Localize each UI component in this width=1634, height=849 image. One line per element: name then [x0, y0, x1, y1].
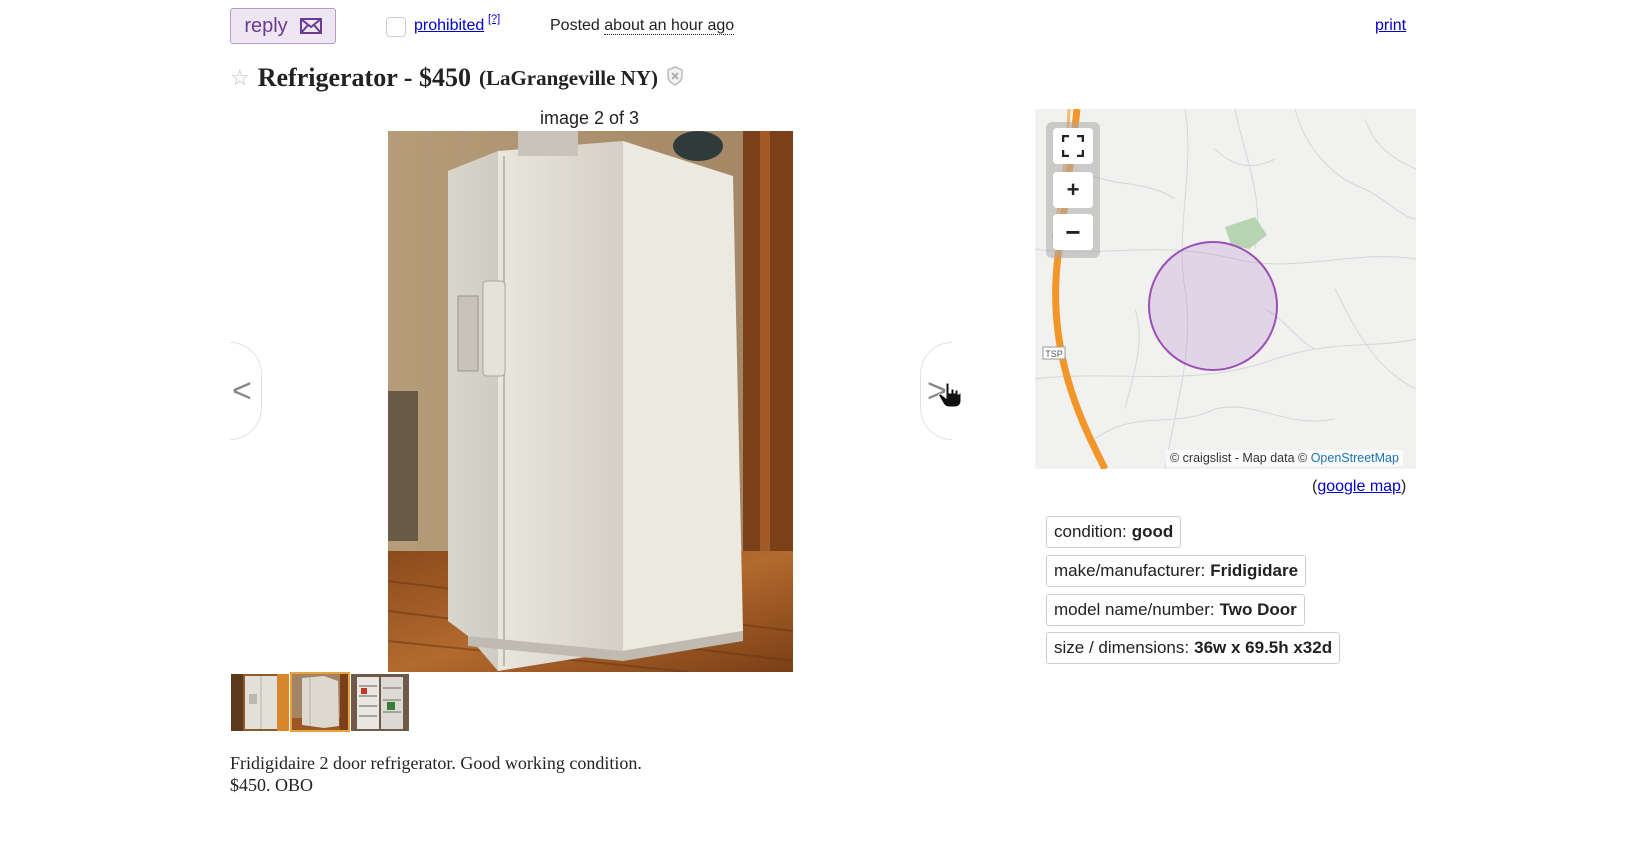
zoom-out-button[interactable]: − — [1053, 214, 1093, 250]
attr-label: make/manufacturer: — [1054, 561, 1206, 580]
posted-prefix: Posted — [550, 17, 600, 34]
posting-body-line-2: $450. OBO — [230, 775, 314, 795]
highway-label: TSP — [1045, 349, 1063, 359]
google-map-link[interactable]: google map — [1317, 478, 1401, 495]
envelope-icon — [299, 18, 322, 34]
attr-value: 36w x 69.5h x32d — [1194, 638, 1333, 657]
attr-value: good — [1131, 522, 1174, 541]
attr-condition: condition: good — [1046, 516, 1182, 548]
posting-body: Fridigidaire 2 door refrigerator. Good w… — [230, 752, 642, 796]
google-map-close-paren: ) — [1400, 478, 1407, 495]
posting-title: ☆ Refrigerator - $450 (LaGrangeville NY) — [230, 62, 684, 94]
posted-time: about an hour ago — [604, 17, 735, 35]
map-controls: + − — [1046, 122, 1100, 258]
thumbnail-2-selected[interactable] — [290, 672, 350, 732]
prev-arrow-label: < — [232, 371, 252, 410]
fullscreen-icon[interactable] — [1053, 128, 1093, 164]
attr-value: Two Door — [1219, 600, 1297, 619]
image-counter: image 2 of 3 — [540, 108, 640, 128]
posting-location: (LaGrangeville NY) — [478, 65, 659, 90]
reply-label: reply — [244, 14, 288, 37]
map-attribution: © craigslist - Map data © OpenStreetMap — [1166, 450, 1403, 466]
prohibited-help-link[interactable]: [?] — [488, 13, 500, 25]
openstreetmap-link[interactable]: OpenStreetMap — [1311, 451, 1399, 465]
reply-button[interactable]: reply — [230, 8, 336, 44]
prev-image-button[interactable]: < — [230, 342, 262, 440]
print-link[interactable]: print — [1375, 17, 1406, 35]
attr-value: Fridigidare — [1210, 561, 1299, 580]
prohibited-link[interactable]: prohibited — [414, 17, 484, 35]
posting-body-line-1: Fridigidaire 2 door refrigerator. Good w… — [230, 753, 642, 773]
favorite-star-icon[interactable]: ☆ — [230, 67, 250, 89]
attr-model: model name/number: Two Door — [1046, 594, 1305, 626]
zoom-in-button[interactable]: + — [1053, 172, 1093, 208]
google-map-row: (google map) — [1312, 478, 1406, 496]
hand-cursor-icon — [938, 382, 962, 413]
hide-posting-icon[interactable] — [666, 65, 684, 91]
page-title: Refrigerator - $450 — [257, 63, 471, 92]
attr-label: model name/number: — [1054, 600, 1215, 619]
main-photo[interactable] — [388, 131, 793, 672]
attr-label: size / dimensions: — [1054, 638, 1190, 657]
thumbnail-1[interactable] — [231, 674, 289, 731]
attr-size: size / dimensions: 36w x 69.5h x32d — [1046, 632, 1341, 664]
map-attribution-text: © craigslist - Map data © — [1170, 451, 1308, 465]
thumbnail-3[interactable] — [351, 674, 409, 731]
posted-date: Posted about an hour ago — [550, 17, 735, 35]
attr-manufacturer: make/manufacturer: Fridigidare — [1046, 555, 1307, 587]
prohibited-checkbox[interactable] — [386, 17, 406, 37]
attr-label: condition: — [1054, 522, 1127, 541]
